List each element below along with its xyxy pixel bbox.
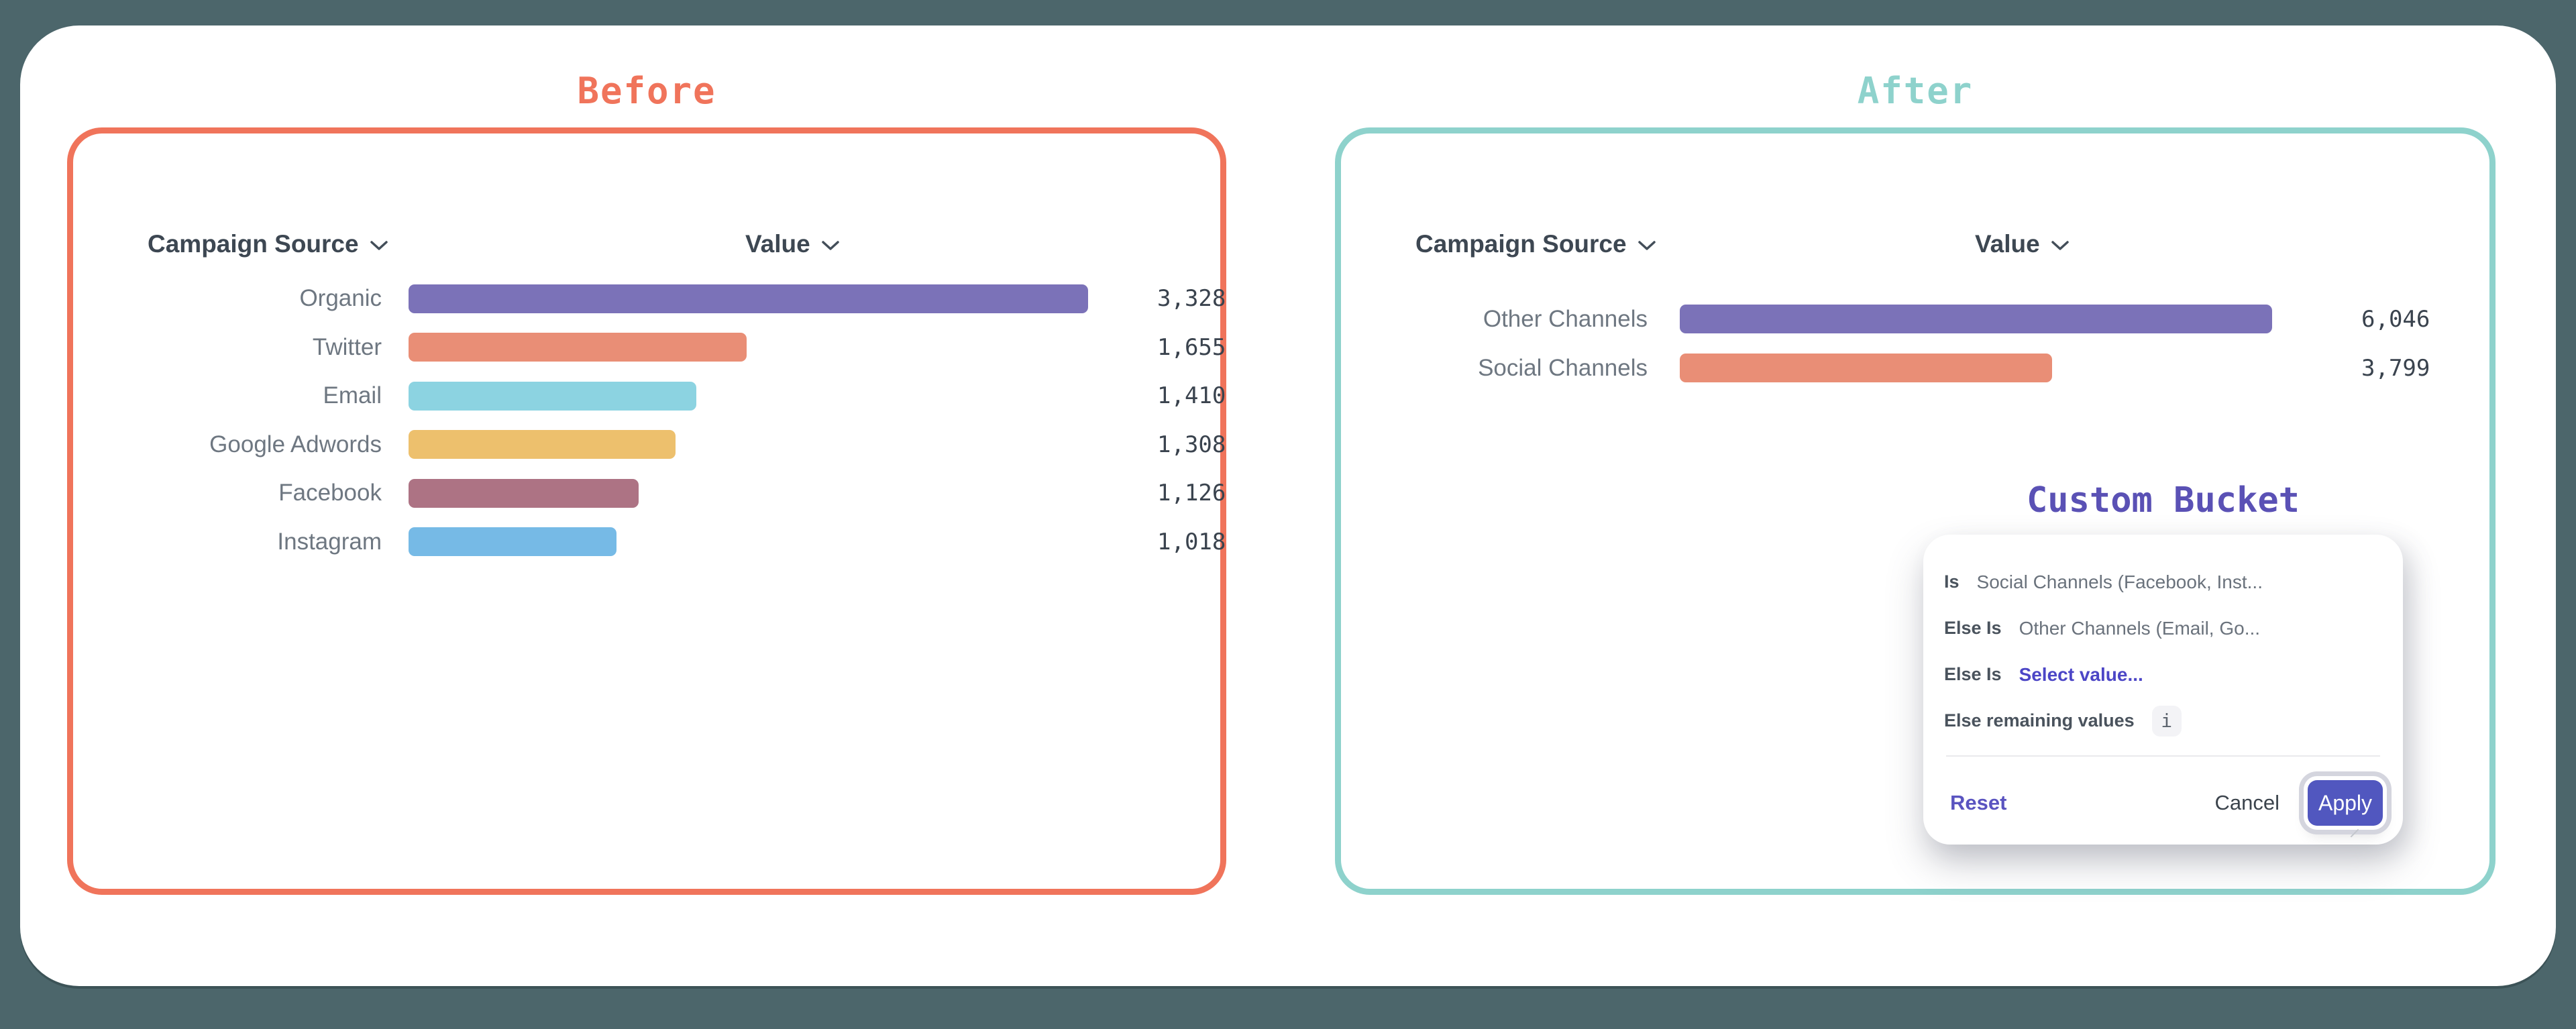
reset-button[interactable]: Reset [1950,791,2006,815]
value-header-label: Value [745,230,810,258]
value-bar[interactable] [409,333,747,362]
bar-track [409,382,1146,411]
before-table-rows: Organic 3,328 Twitter 1,655 Email 1,410 [154,274,1226,566]
column-header-value[interactable]: Value [745,229,840,260]
apply-button[interactable]: Apply [2308,780,2383,826]
table-row: Email 1,410 [154,372,1226,421]
table-row: Google Adwords 1,308 [154,421,1226,470]
custom-bucket-title: Custom Bucket [1923,480,2403,521]
bucket-rule-row: Else remaining values i [1944,698,2382,744]
row-label: Other Channels [1421,306,1648,333]
value-bar[interactable] [409,479,639,508]
bucket-rules: Is Social Channels (Facebook, Inst... El… [1944,559,2382,744]
rule-keyword: Else Is [1944,664,2002,685]
bar-track [409,284,1146,313]
bar-track [409,333,1146,362]
chevron-down-icon [1638,230,1656,258]
custom-bucket-dialog: Is Social Channels (Facebook, Inst... El… [1923,535,2403,845]
bar-value-label: 1,655 [1157,334,1226,361]
campaign-source-header-label: Campaign Source [1415,230,1627,258]
bar-value-label: 1,126 [1157,480,1226,506]
after-title: After [1335,70,2496,113]
table-row: Other Channels 6,046 [1421,294,2430,343]
bar-value-label: 3,328 [1157,285,1226,312]
screenshot-canvas: Before After Campaign Source Value Organ… [0,0,2576,1029]
chevron-down-icon [821,230,840,258]
rule-value[interactable]: Social Channels (Facebook, Inst... [1977,572,2263,593]
campaign-source-header-label: Campaign Source [148,230,359,258]
table-row: Organic 3,328 [154,274,1226,323]
resize-handle-icon[interactable] [2351,829,2359,838]
bar-value-label: 6,046 [2361,306,2430,333]
rule-keyword: Else remaining values [1944,710,2135,731]
chevron-down-icon [370,230,388,258]
bar-value-label: 1,018 [1157,529,1226,555]
bar-value-label: 1,308 [1157,431,1226,458]
row-label: Social Channels [1421,355,1648,382]
row-label: Twitter [154,334,382,361]
value-bar[interactable] [409,284,1088,313]
table-row: Facebook 1,126 [154,469,1226,518]
bar-track [409,479,1146,508]
value-header-label: Value [1975,230,2040,258]
bucket-rule-row: Else Is Select value... [1944,651,2382,698]
row-label: Organic [154,285,382,312]
bar-track [409,527,1146,556]
table-row: Twitter 1,655 [154,323,1226,372]
chevron-down-icon [2051,230,2070,258]
column-header-campaign-source[interactable]: Campaign Source [1415,229,1656,260]
after-table-rows: Other Channels 6,046 Social Channels 3,7… [1421,294,2430,392]
rule-value[interactable]: Other Channels (Email, Go... [2019,618,2260,639]
value-bar[interactable] [409,527,616,556]
value-bar[interactable] [1680,305,2272,333]
bar-value-label: 3,799 [2361,355,2430,382]
table-row: Instagram 1,018 [154,518,1226,567]
value-bar[interactable] [409,430,676,459]
bar-track [1680,305,2351,333]
bar-value-label: 1,410 [1157,382,1226,409]
bucket-rule-row: Is Social Channels (Facebook, Inst... [1944,559,2382,605]
rule-keyword: Else Is [1944,618,2002,639]
column-header-campaign-source[interactable]: Campaign Source [148,229,388,260]
before-panel: Campaign Source Value Organic 3,328 Twit… [67,127,1226,895]
bar-track [409,430,1146,459]
row-label: Facebook [154,480,382,506]
value-bar[interactable] [1680,354,2052,382]
row-label: Google Adwords [154,431,382,458]
dialog-footer: Reset Cancel Apply [1950,776,2383,830]
before-title: Before [67,70,1226,113]
column-header-value[interactable]: Value [1975,229,2070,260]
bucket-rule-row: Else Is Other Channels (Email, Go... [1944,605,2382,651]
rule-keyword: Is [1944,572,1960,592]
dialog-divider [1946,755,2380,757]
row-label: Email [154,382,382,409]
select-value-link[interactable]: Select value... [2019,664,2143,686]
bar-track [1680,354,2351,382]
table-row: Social Channels 3,799 [1421,343,2430,392]
row-label: Instagram [154,529,382,555]
value-bar[interactable] [409,382,696,411]
cancel-button[interactable]: Cancel [2215,791,2280,815]
info-icon[interactable]: i [2152,706,2182,737]
